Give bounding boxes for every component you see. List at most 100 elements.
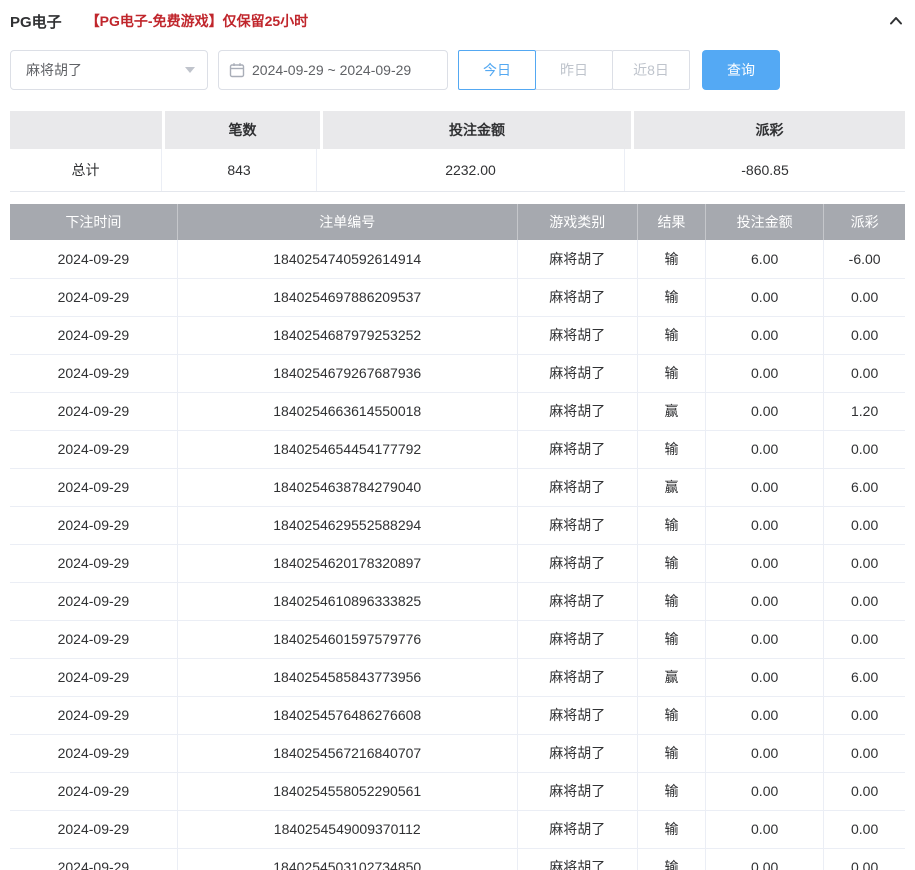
table-row: 2024-09-29 1840254697886209537 麻将胡了 输 0.… — [10, 278, 905, 316]
records-table: 下注时间 注单编号 游戏类别 结果 投注金额 派彩 2024-09-29 184… — [10, 204, 905, 870]
chevron-down-icon — [185, 67, 195, 73]
cell-bet-amount: 0.00 — [706, 278, 824, 316]
cell-result: 输 — [637, 734, 705, 772]
cell-order-id: 1840254687979253252 — [177, 316, 517, 354]
cell-result: 输 — [637, 316, 705, 354]
summary-total-row: 总计 843 2232.00 -860.85 — [10, 149, 905, 192]
cell-bet-time: 2024-09-29 — [10, 430, 177, 468]
cell-order-id: 1840254663614550018 — [177, 392, 517, 430]
header-game-type: 游戏类别 — [517, 204, 637, 240]
cell-order-id: 1840254558052290561 — [177, 772, 517, 810]
cell-result: 输 — [637, 810, 705, 848]
cell-payout: 1.20 — [824, 392, 905, 430]
cell-bet-time: 2024-09-29 — [10, 278, 177, 316]
cell-payout: 0.00 — [824, 354, 905, 392]
cell-order-id: 1840254679267687936 — [177, 354, 517, 392]
game-select-value: 麻将胡了 — [26, 60, 82, 80]
summary-header-bet-amount: 投注金额 — [323, 111, 631, 149]
cell-bet-amount: 0.00 — [706, 468, 824, 506]
cell-bet-amount: 0.00 — [706, 658, 824, 696]
collapse-icon[interactable] — [887, 12, 905, 30]
cell-bet-amount: 0.00 — [706, 734, 824, 772]
today-button[interactable]: 今日 — [458, 50, 536, 90]
cell-order-id: 1840254567216840707 — [177, 734, 517, 772]
date-range-picker[interactable]: 2024-09-29 ~ 2024-09-29 — [218, 50, 448, 90]
header-bet-amount: 投注金额 — [706, 204, 824, 240]
cell-order-id: 1840254697886209537 — [177, 278, 517, 316]
header-result: 结果 — [637, 204, 705, 240]
game-select[interactable]: 麻将胡了 — [10, 50, 208, 90]
summary-payout-value: -860.85 — [625, 149, 905, 191]
cell-payout: 0.00 — [824, 316, 905, 354]
cell-bet-amount: 0.00 — [706, 392, 824, 430]
cell-payout: 0.00 — [824, 848, 905, 870]
cell-bet-time: 2024-09-29 — [10, 354, 177, 392]
cell-payout: 0.00 — [824, 620, 905, 658]
cell-result: 输 — [637, 582, 705, 620]
betting-records-panel: PG电子 【PG电子-免费游戏】仅保留25小时 麻将胡了 2024-09-29 … — [0, 0, 915, 870]
cell-bet-amount: 0.00 — [706, 316, 824, 354]
cell-bet-amount: 0.00 — [706, 810, 824, 848]
cell-bet-time: 2024-09-29 — [10, 696, 177, 734]
cell-bet-time: 2024-09-29 — [10, 316, 177, 354]
cell-order-id: 1840254503102734850 — [177, 848, 517, 870]
cell-game-type: 麻将胡了 — [517, 772, 637, 810]
table-row: 2024-09-29 1840254679267687936 麻将胡了 输 0.… — [10, 354, 905, 392]
header-payout: 派彩 — [824, 204, 905, 240]
cell-game-type: 麻将胡了 — [517, 354, 637, 392]
cell-result: 输 — [637, 544, 705, 582]
cell-order-id: 1840254654454177792 — [177, 430, 517, 468]
cell-bet-time: 2024-09-29 — [10, 620, 177, 658]
cell-payout: 0.00 — [824, 810, 905, 848]
table-row: 2024-09-29 1840254740592614914 麻将胡了 输 6.… — [10, 240, 905, 278]
cell-game-type: 麻将胡了 — [517, 278, 637, 316]
cell-result: 输 — [637, 430, 705, 468]
cell-game-type: 麻将胡了 — [517, 658, 637, 696]
cell-result: 赢 — [637, 658, 705, 696]
header-bet-time: 下注时间 — [10, 204, 177, 240]
search-button[interactable]: 查询 — [702, 50, 780, 90]
cell-game-type: 麻将胡了 — [517, 392, 637, 430]
cell-bet-amount: 0.00 — [706, 544, 824, 582]
cell-bet-amount: 0.00 — [706, 506, 824, 544]
table-row: 2024-09-29 1840254663614550018 麻将胡了 赢 0.… — [10, 392, 905, 430]
table-row: 2024-09-29 1840254503102734850 麻将胡了 输 0.… — [10, 848, 905, 870]
cell-payout: 6.00 — [824, 658, 905, 696]
cell-result: 输 — [637, 772, 705, 810]
records-body: 2024-09-29 1840254740592614914 麻将胡了 输 6.… — [10, 240, 905, 870]
cell-bet-amount: 0.00 — [706, 582, 824, 620]
cell-result: 输 — [637, 848, 705, 870]
filter-bar: 麻将胡了 2024-09-29 ~ 2024-09-29 今日 昨日 近8日 查… — [10, 50, 905, 90]
cell-game-type: 麻将胡了 — [517, 582, 637, 620]
top-bar: PG电子 【PG电子-免费游戏】仅保留25小时 — [10, 0, 905, 42]
cell-game-type: 麻将胡了 — [517, 316, 637, 354]
table-row: 2024-09-29 1840254576486276608 麻将胡了 输 0.… — [10, 696, 905, 734]
cell-game-type: 麻将胡了 — [517, 620, 637, 658]
cell-bet-amount: 0.00 — [706, 696, 824, 734]
table-row: 2024-09-29 1840254567216840707 麻将胡了 输 0.… — [10, 734, 905, 772]
cell-bet-amount: 0.00 — [706, 430, 824, 468]
cell-game-type: 麻将胡了 — [517, 468, 637, 506]
table-row: 2024-09-29 1840254549009370112 麻将胡了 输 0.… — [10, 810, 905, 848]
table-row: 2024-09-29 1840254585843773956 麻将胡了 赢 0.… — [10, 658, 905, 696]
table-row: 2024-09-29 1840254610896333825 麻将胡了 输 0.… — [10, 582, 905, 620]
yesterday-button[interactable]: 昨日 — [535, 50, 613, 90]
cell-bet-amount: 0.00 — [706, 848, 824, 870]
last-8-days-button[interactable]: 近8日 — [612, 50, 690, 90]
cell-payout: 6.00 — [824, 468, 905, 506]
cell-bet-time: 2024-09-29 — [10, 506, 177, 544]
cell-bet-time: 2024-09-29 — [10, 848, 177, 870]
summary-header-count: 笔数 — [165, 111, 320, 149]
cell-game-type: 麻将胡了 — [517, 240, 637, 278]
cell-payout: 0.00 — [824, 430, 905, 468]
cell-result: 赢 — [637, 392, 705, 430]
cell-bet-amount: 0.00 — [706, 620, 824, 658]
table-row: 2024-09-29 1840254601597579776 麻将胡了 输 0.… — [10, 620, 905, 658]
cell-bet-time: 2024-09-29 — [10, 772, 177, 810]
table-row: 2024-09-29 1840254654454177792 麻将胡了 输 0.… — [10, 430, 905, 468]
cell-payout: 0.00 — [824, 506, 905, 544]
cell-bet-time: 2024-09-29 — [10, 810, 177, 848]
quick-date-buttons: 今日 昨日 近8日 — [458, 50, 690, 90]
cell-game-type: 麻将胡了 — [517, 544, 637, 582]
cell-result: 输 — [637, 620, 705, 658]
